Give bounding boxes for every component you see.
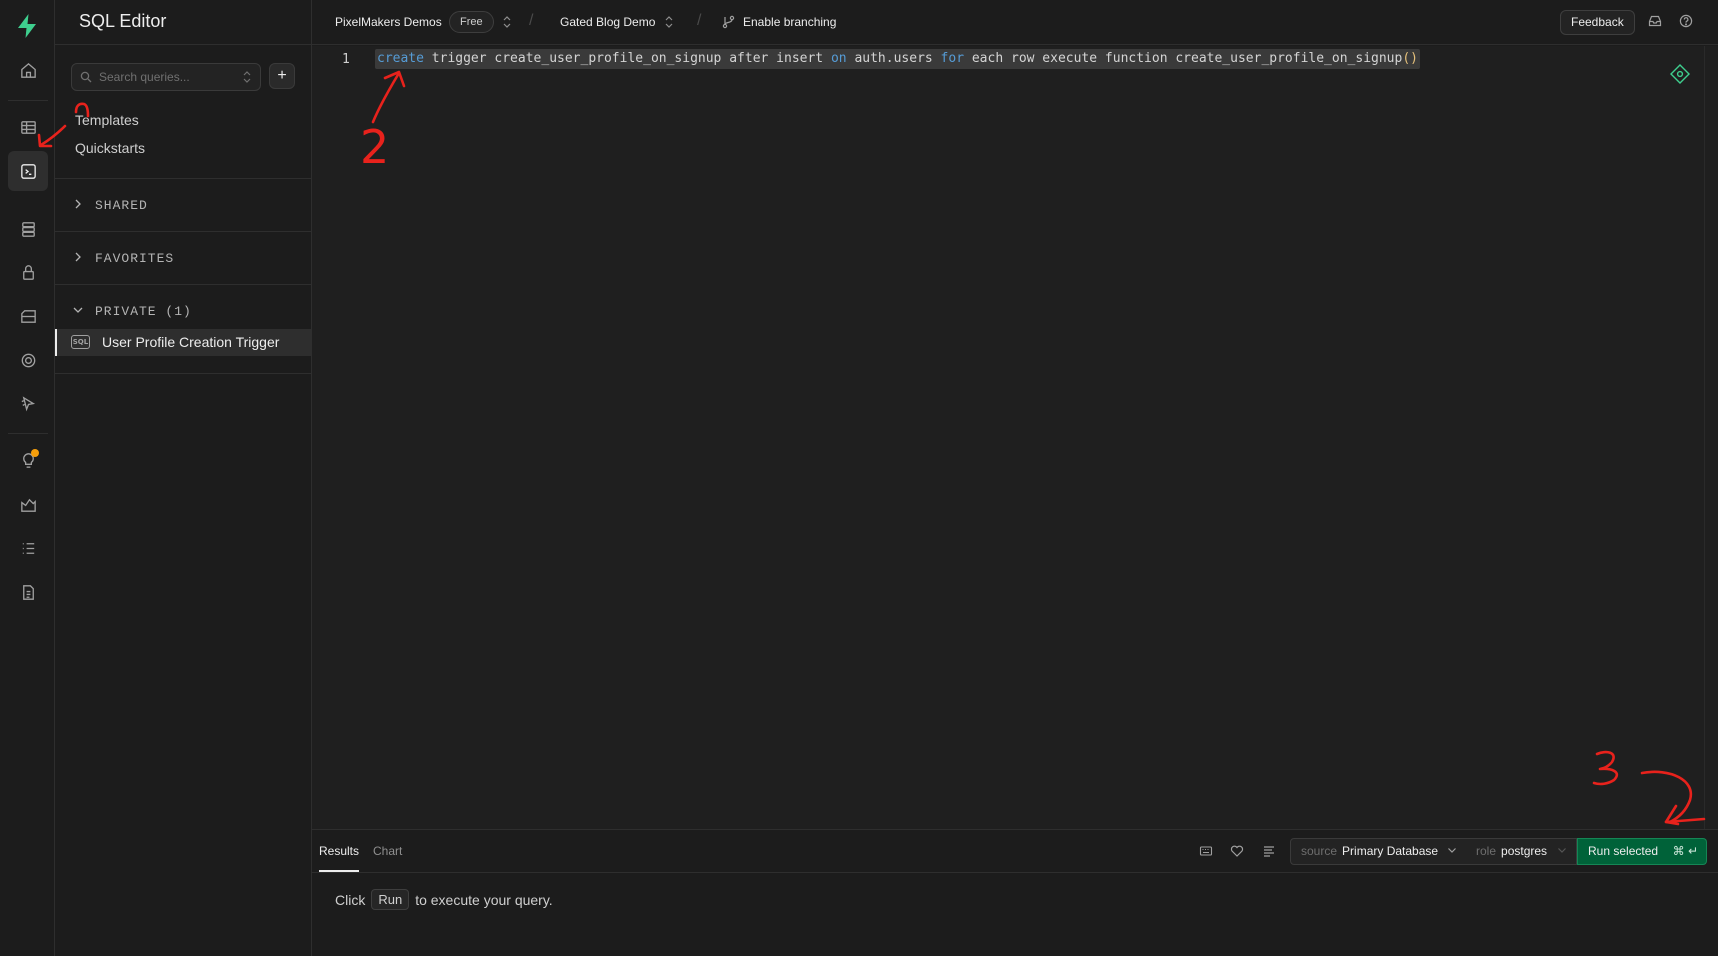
- role-value: postgres: [1501, 844, 1548, 858]
- inbox-icon[interactable]: [1648, 14, 1662, 28]
- chevron-down-icon: [1448, 848, 1456, 853]
- section-label: PRIVATE (1): [95, 304, 192, 319]
- chevron-right-icon: [75, 199, 81, 209]
- auth-lock-icon[interactable]: [8, 252, 48, 292]
- code-token: on: [830, 51, 847, 66]
- notification-dot: [31, 449, 39, 457]
- table-editor-icon[interactable]: [8, 107, 48, 147]
- section-label: FAVORITES: [95, 251, 175, 266]
- query-sidebar: SQL Editor + Templates Quickstarts SHARE…: [55, 0, 312, 956]
- code-token: each row execute function create_user_pr…: [964, 51, 1403, 66]
- project-breadcrumb[interactable]: Gated Blog Demo: [560, 15, 655, 29]
- sql-file-icon: SQL: [71, 335, 90, 349]
- org-breadcrumb[interactable]: PixelMakers Demos: [335, 15, 442, 29]
- results-panel: Click Run to execute your query.: [312, 873, 1718, 956]
- breadcrumb-separator: /: [697, 12, 702, 29]
- advisors-bulb-icon[interactable]: [8, 440, 48, 480]
- tab-chart[interactable]: Chart: [373, 844, 402, 858]
- edge-functions-icon[interactable]: [8, 383, 48, 423]
- page-title: SQL Editor: [79, 11, 167, 31]
- search-box[interactable]: [71, 63, 261, 91]
- logs-list-icon[interactable]: [8, 528, 48, 568]
- section-shared[interactable]: SHARED: [55, 178, 312, 230]
- source-select[interactable]: source Primary Database: [1290, 838, 1467, 865]
- help-icon[interactable]: [1679, 14, 1693, 28]
- org-switcher-icon[interactable]: [502, 15, 512, 29]
- run-selected-button[interactable]: Run selected ⌘ ↵: [1577, 838, 1707, 865]
- sql-editor[interactable]: 1 create trigger create_user_profile_on_…: [312, 46, 1718, 829]
- breadcrumb-separator: /: [529, 12, 534, 29]
- format-align-icon[interactable]: [1262, 844, 1276, 858]
- ai-assistant-icon[interactable]: [1669, 63, 1691, 85]
- search-input[interactable]: [99, 70, 229, 84]
- code-token: trigger create_user_profile_on_signup af…: [423, 51, 831, 66]
- code-token: auth.users: [846, 51, 941, 66]
- reports-icon[interactable]: [8, 484, 48, 524]
- chevron-down-icon: [73, 307, 83, 313]
- search-icon: [80, 71, 92, 83]
- code-line[interactable]: create trigger create_user_profile_on_si…: [375, 49, 1420, 69]
- line-number: 1: [342, 52, 350, 67]
- chevron-right-icon: [75, 252, 81, 262]
- feedback-button[interactable]: Feedback: [1560, 10, 1635, 35]
- git-branch-icon: [722, 15, 735, 29]
- sort-chevron-icon[interactable]: [241, 70, 253, 84]
- source-value: Primary Database: [1342, 844, 1439, 858]
- source-prefix: source: [1301, 844, 1338, 858]
- top-bar: PixelMakers Demos Free / Gated Blog Demo…: [312, 0, 1718, 45]
- new-query-button[interactable]: +: [269, 63, 295, 89]
- plan-badge: Free: [449, 11, 494, 33]
- templates-link[interactable]: Templates: [75, 112, 139, 128]
- role-select[interactable]: role postgres: [1466, 838, 1577, 865]
- quickstarts-link[interactable]: Quickstarts: [75, 140, 145, 156]
- editor-scrollbar[interactable]: [1704, 46, 1718, 829]
- run-label: Run selected: [1588, 844, 1659, 858]
- section-favorites[interactable]: FAVORITES: [55, 231, 312, 283]
- project-switcher-icon[interactable]: [664, 15, 674, 29]
- icon-rail: [0, 0, 55, 956]
- realtime-icon[interactable]: [8, 340, 48, 380]
- role-prefix: role: [1476, 844, 1497, 858]
- api-docs-icon[interactable]: [8, 572, 48, 612]
- keyboard-icon[interactable]: [1199, 844, 1213, 858]
- run-key-hint: Run: [371, 889, 410, 910]
- line-gutter: 1: [312, 46, 372, 829]
- storage-icon[interactable]: [8, 296, 48, 336]
- query-item-label: User Profile Creation Trigger: [102, 334, 280, 350]
- code-token: (): [1402, 51, 1418, 66]
- database-icon[interactable]: [8, 209, 48, 249]
- chevron-down-icon: [1558, 848, 1566, 853]
- supabase-logo-icon[interactable]: [13, 12, 41, 40]
- enable-branching-button[interactable]: Enable branching: [743, 15, 836, 29]
- code-token: create: [377, 51, 424, 66]
- tab-results[interactable]: Results: [319, 844, 360, 872]
- section-label: SHARED: [95, 198, 148, 213]
- results-toolbar: Results Chart source Primary Database rol…: [312, 829, 1718, 873]
- code-token: for: [940, 51, 965, 66]
- favorite-heart-icon[interactable]: [1230, 844, 1244, 858]
- home-icon[interactable]: [8, 50, 48, 90]
- query-item[interactable]: SQL User Profile Creation Trigger: [55, 329, 312, 356]
- hint-text: to execute your query.: [415, 891, 553, 908]
- results-hint: Click Run to execute your query.: [335, 889, 553, 910]
- run-shortcut: ⌘ ↵: [1672, 844, 1698, 858]
- hint-text: Click: [335, 891, 366, 908]
- sql-editor-icon[interactable]: [8, 151, 48, 191]
